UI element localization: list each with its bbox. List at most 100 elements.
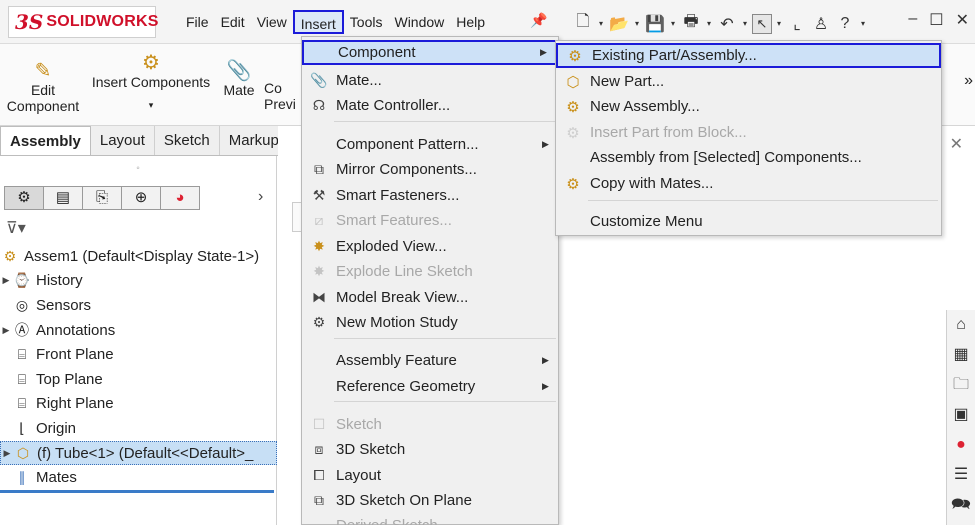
insert-components-button[interactable]: ⚙ Insert Components ▾ — [88, 50, 214, 111]
tab-assembly[interactable]: Assembly — [0, 126, 91, 155]
custom-properties-icon[interactable]: ☰ — [947, 460, 975, 490]
home-icon[interactable]: ⌂ — [947, 310, 975, 340]
menu-item-assembly-feature[interactable]: Assembly Feature ▶ — [302, 348, 558, 373]
menu-item-existing-part-assembly[interactable]: ⚙ Existing Part/Assembly... — [556, 43, 941, 68]
partial-ribbon-button[interactable]: Co Previ — [264, 80, 304, 112]
new-document-icon[interactable]: 🗋 — [572, 10, 594, 37]
minimize-icon[interactable]: – — [908, 10, 917, 30]
forum-icon[interactable]: 🗪 — [947, 490, 975, 520]
menu-item-copy-with-mates[interactable]: ⚙ Copy with Mates... — [556, 171, 941, 196]
select-cursor-icon[interactable]: ↖ — [752, 13, 772, 34]
solidworks-logo[interactable]: 3S SOLIDWORKS — [8, 6, 159, 38]
filter-icon[interactable]: ⊽▾ — [6, 218, 26, 238]
chevron-right-icon[interactable]: › — [258, 188, 263, 206]
pin-menu-icon[interactable]: 📌 — [530, 12, 547, 29]
tree-item-label: Sensors — [36, 296, 92, 314]
close-icon[interactable]: ✕ — [956, 10, 969, 30]
close-panel-icon[interactable]: ✕ — [950, 134, 963, 154]
undo-icon[interactable]: ↶ — [716, 14, 738, 34]
configuration-manager-tab-icon[interactable]: ⎘ — [82, 186, 122, 210]
expand-arrow-icon[interactable]: ▶ — [0, 325, 12, 336]
menu-window[interactable]: Window — [388, 10, 450, 34]
tree-item-sensors[interactable]: ◎ Sensors — [0, 293, 277, 318]
menu-item-mate-controller[interactable]: ☊ Mate Controller... — [302, 93, 558, 118]
menu-item-3d-sketch[interactable]: ⧈ 3D Sketch — [302, 437, 558, 462]
menu-item-layout[interactable]: ⧠ Layout — [302, 463, 558, 488]
menu-item-assembly-from-selected[interactable]: Assembly from [Selected] Components... — [556, 145, 941, 170]
maximize-icon[interactable]: ☐ — [929, 10, 943, 30]
menu-item-new-motion-study[interactable]: ⚙ New Motion Study — [302, 310, 558, 335]
menu-item-mirror-components[interactable]: ⧉ Mirror Components... — [302, 157, 558, 182]
menu-insert[interactable]: Insert — [292, 10, 344, 34]
tree-item-annotations[interactable]: ▶ Ⓐ Annotations — [0, 318, 277, 343]
menu-item-customize-menu[interactable]: Customize Menu — [556, 209, 941, 234]
menu-tools[interactable]: Tools — [344, 10, 389, 34]
menu-item-new-assembly[interactable]: ⚙ New Assembly... — [556, 94, 941, 119]
menu-view[interactable]: View — [251, 10, 293, 34]
menu-item-component[interactable]: Component ▶ — [302, 40, 558, 65]
help-dropdown-icon[interactable]: ▾ — [858, 19, 868, 28]
menu-item-3d-sketch-on-plane[interactable]: ⧉ 3D Sketch On Plane — [302, 488, 558, 513]
menu-item-label: New Part... — [590, 73, 665, 90]
appearances-icon[interactable]: ● — [947, 430, 975, 460]
edit-component-button[interactable]: ✎ Edit Component — [6, 58, 80, 114]
open-icon[interactable]: 📂 — [608, 14, 630, 34]
dimxpert-tab-icon[interactable]: ⊕ — [121, 186, 161, 210]
undo-dropdown-icon[interactable]: ▾ — [740, 19, 750, 28]
menu-item-component-pattern[interactable]: Component Pattern... ▶ — [302, 132, 558, 157]
tree-item-front-plane[interactable]: ⌸ Front Plane — [0, 342, 277, 367]
menu-item-label: Smart Features... — [336, 212, 452, 229]
user-icon[interactable]: ♙ — [810, 14, 832, 34]
tree-item-right-plane[interactable]: ⌸ Right Plane — [0, 392, 277, 417]
menu-item-exploded-view[interactable]: ✸ Exploded View... — [302, 234, 558, 259]
existing-part-icon: ⚙ — [568, 47, 582, 65]
menu-item-smart-fasteners[interactable]: ⚒ Smart Fasteners... — [302, 183, 558, 208]
tree-item-label: Annotations — [36, 321, 116, 339]
design-library-icon[interactable]: ▦ — [947, 340, 975, 370]
tree-item-origin[interactable]: ⌊ Origin — [0, 416, 277, 441]
new-dropdown-icon[interactable]: ▾ — [596, 19, 606, 28]
print-dropdown-icon[interactable]: ▾ — [704, 19, 714, 28]
tree-root[interactable]: ⚙ Assem1 (Default<Display State-1>) — [0, 244, 277, 269]
menu-file[interactable]: File — [180, 10, 215, 34]
menu-item-model-break-view[interactable]: ⧓ Model Break View... — [302, 285, 558, 310]
view-palette-icon[interactable]: ▣ — [947, 400, 975, 430]
expand-arrow-icon[interactable]: ▶ — [0, 275, 12, 286]
save-dropdown-icon[interactable]: ▾ — [668, 19, 678, 28]
tree-item-history[interactable]: ▶ ⌚ History — [0, 269, 277, 294]
tree-item-mates[interactable]: ∥ Mates — [0, 465, 277, 490]
menu-edit[interactable]: Edit — [215, 10, 251, 34]
menu-item-smart-features: ⧄ Smart Features... — [302, 208, 558, 233]
file-explorer-icon[interactable]: 🗀 — [947, 370, 975, 400]
print-icon[interactable]: 🖶 — [680, 10, 702, 37]
menu-item-reference-geometry[interactable]: Reference Geometry ▶ — [302, 374, 558, 399]
tab-layout[interactable]: Layout — [91, 126, 155, 155]
tab-sketch[interactable]: Sketch — [155, 126, 220, 155]
tree-item-label: Front Plane — [36, 346, 114, 364]
feature-tree-tab-icon[interactable]: ⚙ — [4, 186, 44, 210]
save-icon[interactable]: 💾 — [644, 14, 666, 34]
open-dropdown-icon[interactable]: ▾ — [632, 19, 642, 28]
insert-components-dropdown-icon[interactable]: ▾ — [88, 100, 214, 111]
tree-item-top-plane[interactable]: ⌸ Top Plane — [0, 367, 277, 392]
property-manager-tab-icon[interactable]: ▤ — [43, 186, 83, 210]
rebuild-icon[interactable]: ⌞ — [786, 14, 808, 34]
menu-separator — [334, 121, 556, 122]
tree-item-tube[interactable]: ▶ ⬡ (f) Tube<1> (Default<<Default>_ — [0, 440, 277, 466]
menu-item-mate[interactable]: 📎 Mate... — [302, 68, 558, 93]
panel-splitter[interactable] — [0, 490, 274, 493]
panel-grip[interactable]: ◦ — [0, 156, 276, 182]
submenu-arrow-icon: ▶ — [540, 47, 547, 57]
menu-item-new-part[interactable]: ⬡ New Part... — [556, 69, 941, 94]
help-icon[interactable]: ? — [834, 15, 856, 33]
logo-wordmark: SOLIDWORKS — [46, 13, 159, 30]
expand-arrow-icon[interactable]: ▶ — [1, 448, 13, 459]
select-dropdown-icon[interactable]: ▾ — [774, 19, 784, 28]
menu-help[interactable]: Help — [450, 10, 491, 34]
paperclip-icon: 📎 — [310, 72, 328, 88]
sensors-icon: ◎ — [15, 296, 29, 313]
mate-button[interactable]: 📎 Mate — [218, 58, 260, 98]
display-manager-tab-icon[interactable]: ◕ — [160, 186, 200, 210]
sketch-icon: ☐ — [312, 416, 326, 432]
ribbon-more-icon[interactable]: » — [964, 72, 973, 90]
